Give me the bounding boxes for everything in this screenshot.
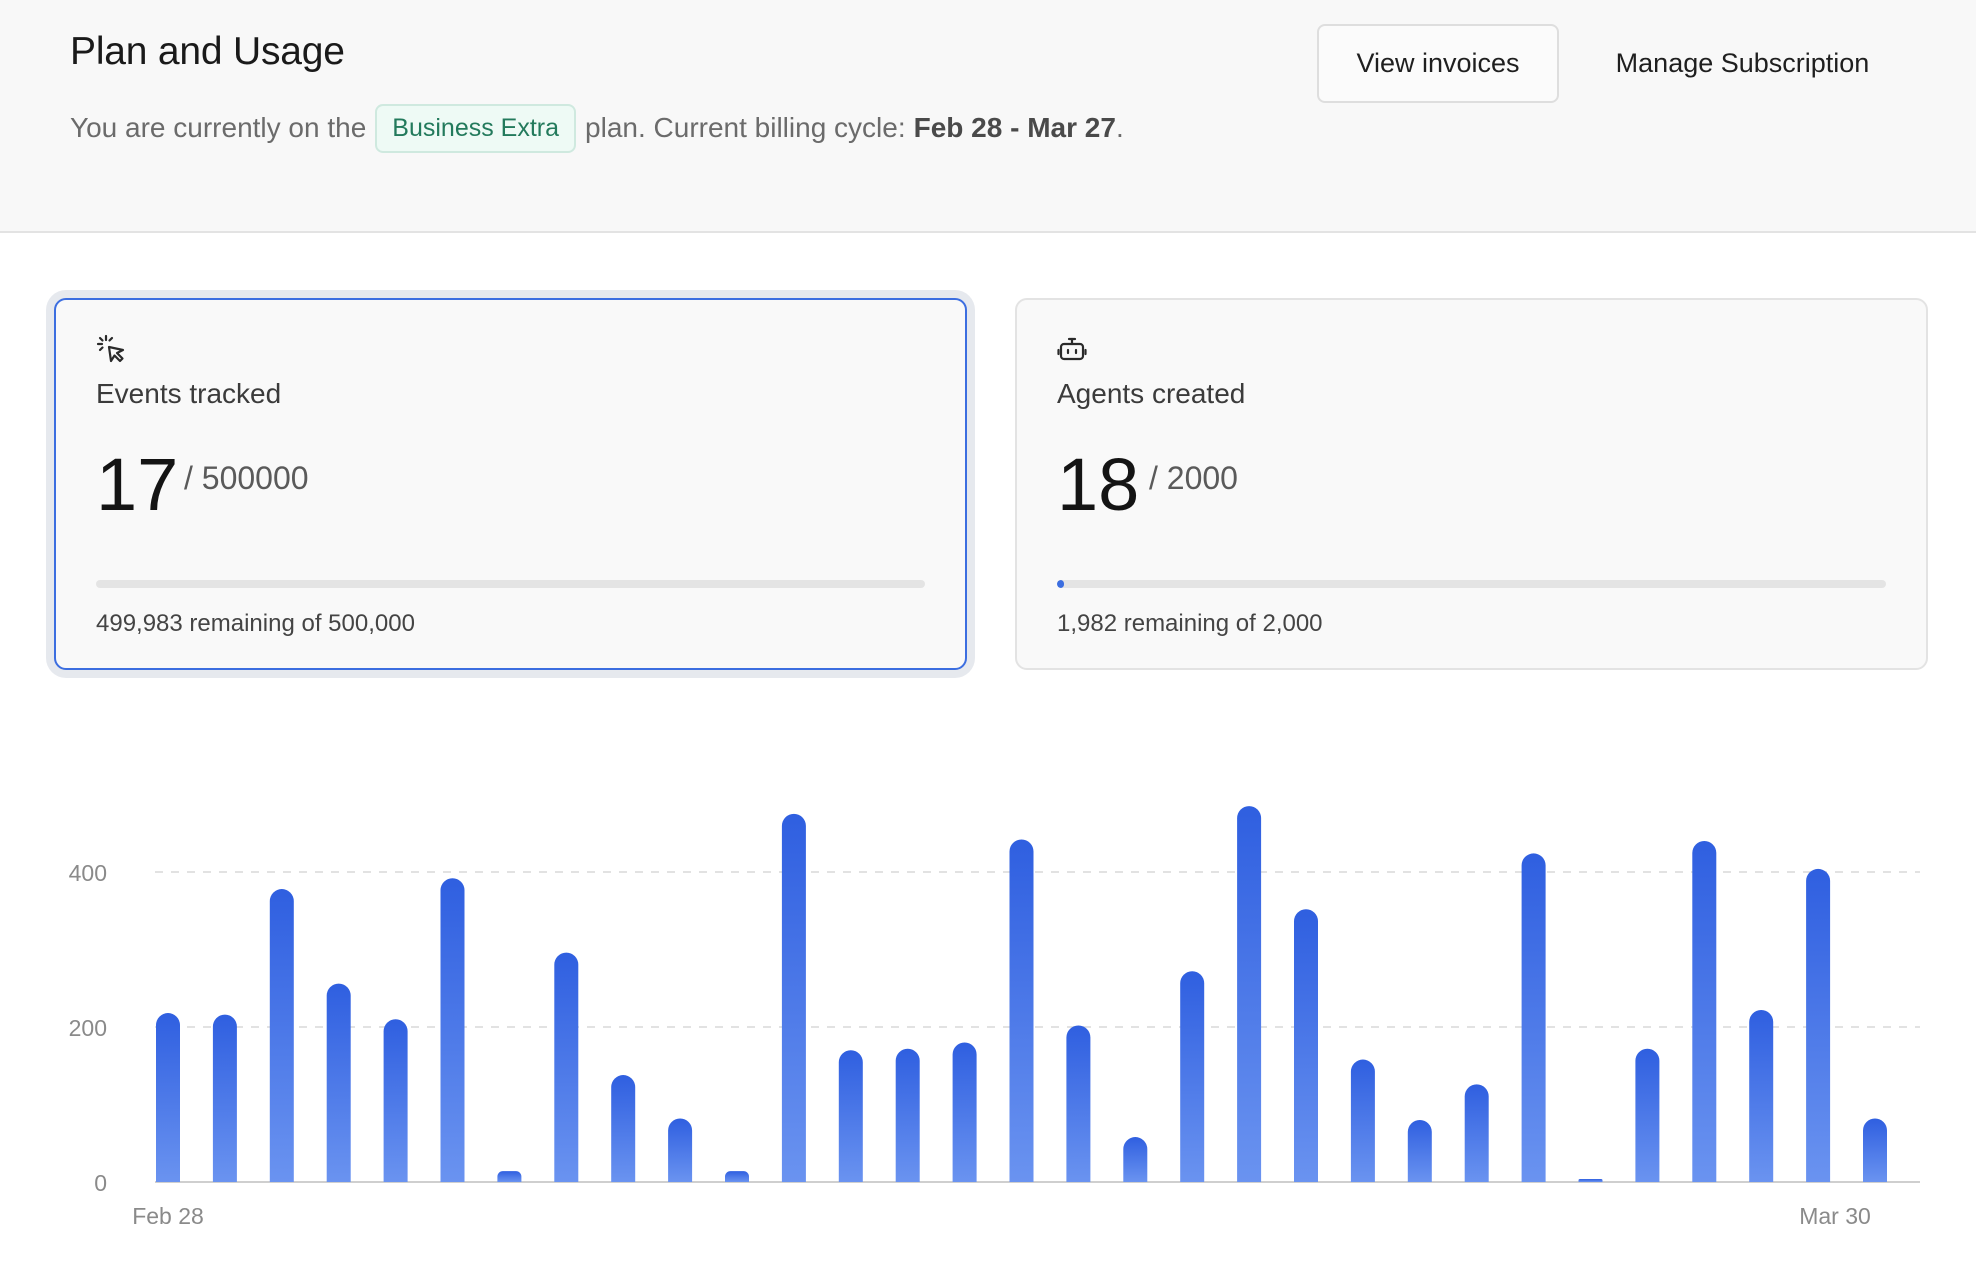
card-label: Events tracked: [96, 378, 282, 409]
events-tracked-card[interactable]: Events tracked 17 / 500000 499,983 remai…: [54, 298, 967, 670]
chart-bar: [1692, 841, 1717, 1182]
usage-chart: 0 200 400 Feb 28 Mar 30: [0, 770, 1976, 1260]
card-value: 17: [96, 443, 179, 526]
x-tick-label: Mar 30: [1799, 1203, 1871, 1229]
chart-bar: [269, 889, 294, 1182]
chart-bar: [725, 1171, 749, 1182]
plan-prefix-text: You are currently on the: [70, 112, 367, 143]
y-tick-label: 0: [94, 1170, 107, 1196]
card-value: 18: [1057, 443, 1140, 526]
header: Plan and Usage You are currently on the …: [0, 0, 1976, 233]
view-invoices-button[interactable]: View invoices: [1317, 24, 1559, 103]
billing-cycle-dates: Feb 28 - Mar 27: [913, 112, 1116, 143]
chart-bar: [1863, 1118, 1887, 1182]
chart-bar: [895, 1048, 920, 1182]
chart-bar: [1806, 868, 1831, 1182]
y-tick-label: 400: [69, 860, 107, 886]
chart-bar: [554, 952, 579, 1182]
usage-progress-bar: [1057, 580, 1886, 588]
card-label: Agents created: [1057, 378, 1246, 409]
chart-bar: [1578, 1179, 1603, 1182]
cursor-click-icon: [96, 334, 126, 364]
chart-bar: [1180, 971, 1205, 1182]
chart-bar: [952, 1042, 977, 1182]
chart-bar: [781, 813, 806, 1182]
chart-bar: [1521, 853, 1546, 1182]
card-remaining: 1,982 remaining of 2,000: [1057, 610, 1323, 637]
plan-description: You are currently on the Business Extra …: [70, 103, 1124, 153]
chart-bar: [1749, 1009, 1774, 1182]
y-tick-label: 200: [69, 1015, 107, 1041]
x-tick-label: Feb 28: [132, 1203, 204, 1229]
chart-bar: [1066, 1025, 1091, 1182]
chart-bar: [611, 1075, 636, 1182]
chart-bar: [668, 1118, 693, 1182]
agents-created-card[interactable]: Agents created 18 / 2000 1,982 remaining…: [1015, 298, 1928, 670]
chart-bar: [156, 1013, 180, 1182]
usage-chart-svg: 0 200 400 Feb 28 Mar 30: [69, 806, 1920, 1229]
plan-badge: Business Extra: [375, 103, 577, 153]
card-limit: / 2000: [1149, 460, 1238, 496]
chart-bar: [326, 983, 351, 1182]
chart-bar: [1009, 839, 1034, 1182]
page-title: Plan and Usage: [70, 30, 345, 73]
chart-bar: [440, 878, 465, 1182]
usage-progress-fill: [1057, 580, 1065, 588]
manage-subscription-button[interactable]: Manage Subscription: [1580, 24, 1905, 103]
chart-bar: [1407, 1120, 1432, 1182]
chart-bar: [1294, 909, 1318, 1182]
chart-bar: [212, 1014, 237, 1182]
period: .: [1115, 112, 1124, 143]
chart-bar: [383, 1019, 408, 1182]
chart-bar: [838, 1050, 863, 1182]
card-limit: / 500000: [184, 460, 309, 496]
chart-bar: [1123, 1137, 1148, 1182]
chart-bar: [497, 1171, 522, 1182]
robot-icon: [1057, 334, 1087, 364]
usage-progress-bar: [96, 580, 925, 588]
chart-bar: [1350, 1059, 1375, 1182]
chart-bar: [1237, 806, 1262, 1182]
plan-suffix-text: plan. Current billing cycle:: [585, 112, 906, 143]
card-remaining: 499,983 remaining of 500,000: [96, 610, 415, 637]
chart-bar: [1464, 1084, 1489, 1182]
chart-bar: [1635, 1048, 1660, 1182]
